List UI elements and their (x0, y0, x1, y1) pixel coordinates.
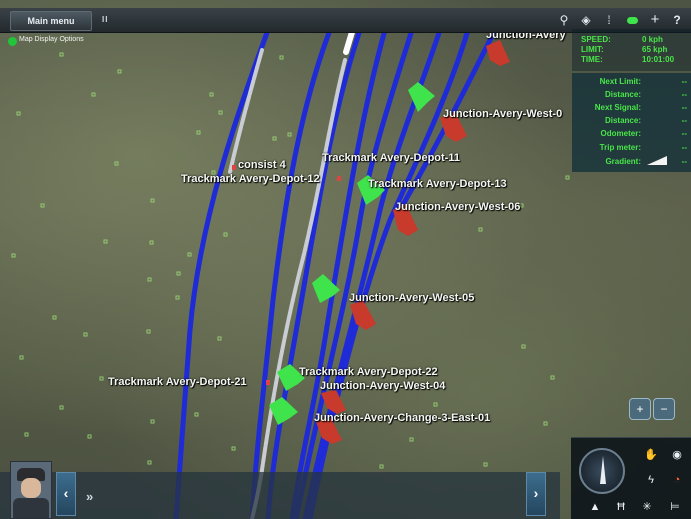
limit-value: 65 kph (642, 45, 668, 54)
hand-icon[interactable]: ✋ (641, 446, 661, 464)
compass-dial[interactable] (579, 448, 625, 494)
train-info-panel: Next Limit: -- Distance: -- Next Signal:… (572, 73, 691, 172)
label-junction-avery-west-06[interactable]: Junction-Avery-West-06 (395, 201, 520, 213)
game-screen: Junction-Avery Junction-Avery-West-0 con… (0, 0, 691, 519)
gauge-icon[interactable]: ◔ (667, 471, 687, 489)
odometer-label: Odometer: (600, 129, 641, 138)
driver-face (21, 478, 41, 498)
zoom-out-icon: − (660, 402, 668, 416)
couple-icon[interactable]: ⊨ (665, 498, 685, 516)
label-trackmark-depot-12[interactable]: Trackmark Avery-Depot-12 (181, 173, 320, 185)
plus-icon[interactable]: + (647, 12, 663, 28)
pin-icon[interactable]: ⚲ (556, 12, 572, 28)
next-signal-value: -- (681, 103, 687, 112)
label-junction-avery-west-05[interactable]: Junction-Avery-West-05 (349, 292, 474, 304)
map-options-indicator-icon[interactable] (8, 37, 17, 46)
driver-coat (13, 498, 49, 518)
label-junction-avery-west-04[interactable]: Junction-Avery-West-04 (320, 380, 445, 392)
zoom-out-button[interactable]: − (653, 398, 675, 420)
signal-icon[interactable]: ⁞ (601, 12, 617, 28)
driver-avatar[interactable] (10, 461, 52, 519)
main-menu-button[interactable]: Main menu (10, 11, 92, 31)
limit-distance-value: -- (681, 90, 687, 99)
speed-value: 0 kph (642, 35, 663, 44)
gradient-label: Gradient: (605, 157, 641, 166)
label-trackmark-depot-11[interactable]: Trackmark Avery-Depot-11 (322, 152, 460, 164)
map-display-options-label[interactable]: Map Display Options (19, 36, 84, 43)
label-trackmark-depot-21[interactable]: Trackmark Avery-Depot-21 (108, 376, 247, 388)
help-icon[interactable]: ? (669, 12, 685, 28)
speed-label: SPEED: (581, 35, 611, 44)
pause-button[interactable]: II (102, 15, 108, 24)
next-limit-value: -- (681, 77, 687, 86)
speed-panel: SPEED: 0 kph LIMIT: 65 kph TIME: 10:01:0… (572, 29, 691, 71)
track-icon[interactable]: Ħ (611, 498, 631, 516)
time-value: 10:01:00 (642, 55, 675, 64)
limit-distance-label: Distance: (604, 90, 641, 99)
zoom-in-button[interactable]: + (629, 398, 651, 420)
zoom-in-icon: + (636, 402, 644, 416)
gradient-icon (647, 156, 667, 165)
light-icon[interactable]: ✳ (637, 498, 657, 516)
scroll-right-button[interactable]: › (526, 472, 546, 516)
limit-label: LIMIT: (581, 45, 604, 54)
bottom-toolbar (0, 472, 560, 519)
compass-needle-icon (600, 456, 606, 484)
time-label: TIME: (581, 55, 603, 64)
label-trackmark-depot-22[interactable]: Trackmark Avery-Depot-22 (299, 366, 438, 378)
lightning-icon[interactable]: ϟ (641, 471, 661, 489)
expand-icon[interactable]: » (86, 489, 93, 504)
signal-distance-value: -- (681, 116, 687, 125)
next-limit-label: Next Limit: (599, 77, 641, 86)
scroll-left-button[interactable]: ‹ (56, 472, 76, 516)
bell-icon[interactable]: ▲ (585, 498, 605, 516)
trip-meter-label: Trip meter: (599, 143, 641, 152)
label-trackmark-depot-13[interactable]: Trackmark Avery-Depot-13 (368, 178, 507, 190)
next-signal-label: Next Signal: (594, 103, 641, 112)
signal-distance-label: Distance: (604, 116, 641, 125)
eye-icon[interactable]: ◉ (667, 446, 687, 464)
gradient-value: -- (681, 157, 687, 166)
label-consist[interactable]: consist 4 (238, 159, 286, 171)
view-icon[interactable]: ◈ (578, 12, 594, 28)
control-panel: ✋ ◉ ϟ ◔ ▲ Ħ ✳ ⊨ (571, 437, 691, 519)
cloud-icon[interactable] (624, 12, 640, 28)
label-junction-avery-west-07[interactable]: Junction-Avery-West-0 (443, 108, 562, 120)
odometer-value: -- (681, 129, 687, 138)
trip-meter-value: -- (681, 143, 687, 152)
label-junction-avery-change-3-east-01[interactable]: Junction-Avery-Change-3-East-01 (314, 412, 490, 424)
